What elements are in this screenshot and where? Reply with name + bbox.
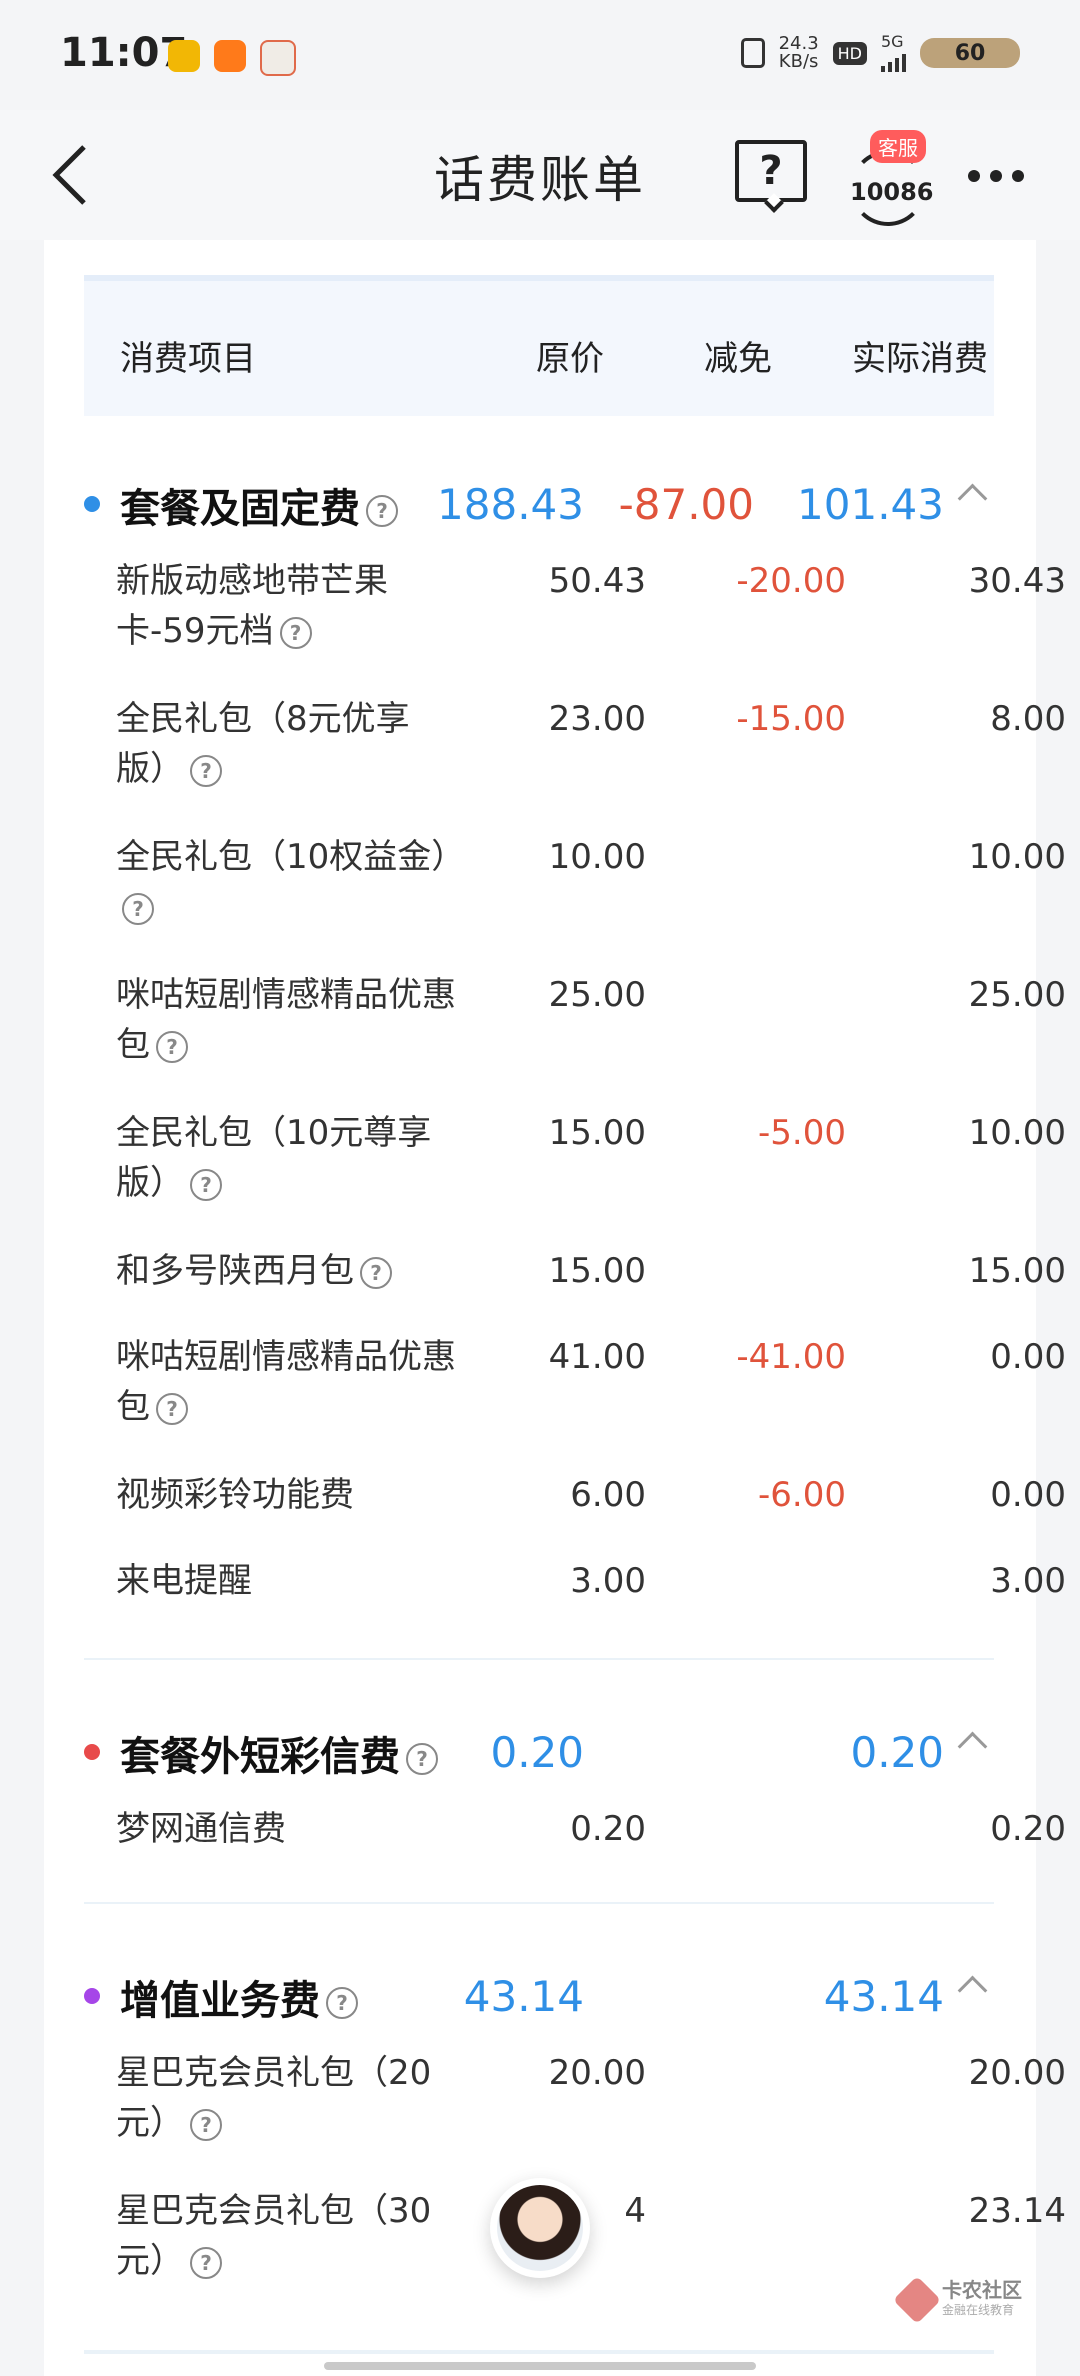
row-actual: 8.00 bbox=[990, 699, 1066, 739]
row-original: 20.00 bbox=[548, 2053, 646, 2093]
row-original: 10.00 bbox=[548, 837, 646, 877]
help-icon[interactable]: ? bbox=[190, 1168, 222, 1201]
battery-level: 60 bbox=[954, 40, 986, 66]
row-actual: 15.00 bbox=[968, 1251, 1066, 1291]
row-actual: 30.43 bbox=[968, 561, 1066, 601]
service-badge: 客服 bbox=[870, 130, 926, 163]
section-plan-fixed[interactable]: 套餐及固定费? 188.43 -87.00 101.43 bbox=[84, 468, 994, 548]
column-header-item: 消费项目 bbox=[120, 339, 256, 379]
help-icon[interactable]: ? bbox=[156, 1030, 188, 1063]
section-original: 43.14 bbox=[463, 1972, 584, 2021]
row-actual: 3.00 bbox=[990, 1561, 1066, 1601]
help-icon[interactable]: ? bbox=[190, 2108, 222, 2141]
section-dot bbox=[84, 1988, 100, 2004]
customer-service-button[interactable]: 客服 10086 bbox=[850, 130, 934, 226]
network-speed: 24.3 KB/s bbox=[779, 35, 819, 71]
help-icon[interactable]: ? bbox=[156, 1392, 188, 1425]
status-bar: 11:07 24.3 KB/s HD 5G 60 bbox=[0, 0, 1080, 110]
column-header-actual: 实际消费 bbox=[852, 339, 988, 379]
section-actual: 43.14 bbox=[823, 1972, 944, 2021]
assistant-avatar-button[interactable] bbox=[490, 2178, 590, 2278]
row-actual: 10.00 bbox=[968, 837, 1066, 877]
help-icon[interactable]: ? bbox=[190, 754, 222, 787]
watermark: 卡农社区 金融在线教育 bbox=[892, 2275, 1022, 2325]
assistant-avatar bbox=[497, 2185, 583, 2271]
section-divider bbox=[84, 1658, 994, 1660]
section-dot bbox=[84, 1744, 100, 1760]
section-original: 0.20 bbox=[490, 1728, 584, 1777]
row-actual: 0.20 bbox=[990, 1809, 1066, 1849]
section-actual: 101.43 bbox=[797, 480, 944, 529]
watermark-logo-icon bbox=[892, 2275, 942, 2325]
hd-icon: HD bbox=[832, 41, 867, 65]
service-number: 10086 bbox=[850, 178, 934, 206]
section-divider bbox=[84, 2350, 994, 2354]
battery-icon: 60 bbox=[920, 38, 1020, 68]
section-value-added[interactable]: 增值业务费? 43.14 43.14 bbox=[84, 1960, 994, 2040]
watermark-title: 卡农社区 bbox=[942, 2278, 1022, 2302]
row-actual: 25.00 bbox=[968, 975, 1066, 1015]
bill-card: 消费项目 原价 减免 实际消费 套餐及固定费? 188.43 -87.00 10… bbox=[44, 240, 1066, 2376]
help-icon[interactable]: ? bbox=[190, 2246, 222, 2279]
vibrate-icon bbox=[740, 38, 765, 68]
chevron-up-icon[interactable] bbox=[957, 483, 988, 514]
section-sms-mms[interactable]: 套餐外短彩信费? 0.20 0.20 bbox=[84, 1716, 994, 1796]
chevron-up-icon[interactable] bbox=[957, 1975, 988, 2006]
network-type: 5G bbox=[881, 32, 904, 51]
watermark-subtitle: 金融在线教育 bbox=[942, 2303, 1015, 2317]
status-indicators: 24.3 KB/s HD 5G 60 bbox=[740, 34, 1020, 72]
home-indicator[interactable] bbox=[324, 2362, 756, 2370]
section-actual: 0.20 bbox=[850, 1728, 944, 1777]
help-glyph: ? bbox=[759, 148, 783, 194]
app-header: 话费账单 ? 客服 10086 bbox=[0, 110, 1080, 240]
more-options-icon[interactable] bbox=[968, 170, 1024, 182]
help-icon[interactable]: ? bbox=[122, 892, 154, 925]
help-book-icon[interactable]: ? bbox=[735, 140, 807, 202]
row-original: 0.20 bbox=[570, 1809, 646, 1849]
section-dot bbox=[84, 496, 100, 512]
row-original: 15.00 bbox=[548, 1251, 646, 1291]
app-notification-icon bbox=[260, 40, 296, 76]
column-header-original: 原价 bbox=[536, 339, 604, 379]
section-divider bbox=[84, 1902, 994, 1904]
signal-icon: 5G bbox=[881, 34, 906, 72]
speed-unit: KB/s bbox=[778, 51, 819, 72]
row-actual: 10.00 bbox=[968, 1113, 1066, 1153]
app-notification-icon bbox=[214, 40, 246, 72]
row-actual: 0.00 bbox=[990, 1475, 1066, 1515]
app-notification-icon bbox=[168, 40, 200, 72]
status-app-icons bbox=[168, 40, 296, 76]
row-original: 3.00 bbox=[570, 1561, 646, 1601]
row-original: 25.00 bbox=[548, 975, 646, 1015]
row-actual: 20.00 bbox=[968, 2053, 1066, 2093]
help-icon[interactable]: ? bbox=[279, 616, 312, 649]
chevron-up-icon[interactable] bbox=[957, 1731, 988, 1762]
table-header: 消费项目 原价 减免 实际消费 bbox=[84, 275, 994, 416]
column-header-discount: 减免 bbox=[704, 339, 772, 379]
row-actual: 0.00 bbox=[990, 1337, 1066, 1377]
row-actual: 23.14 bbox=[968, 2191, 1066, 2231]
